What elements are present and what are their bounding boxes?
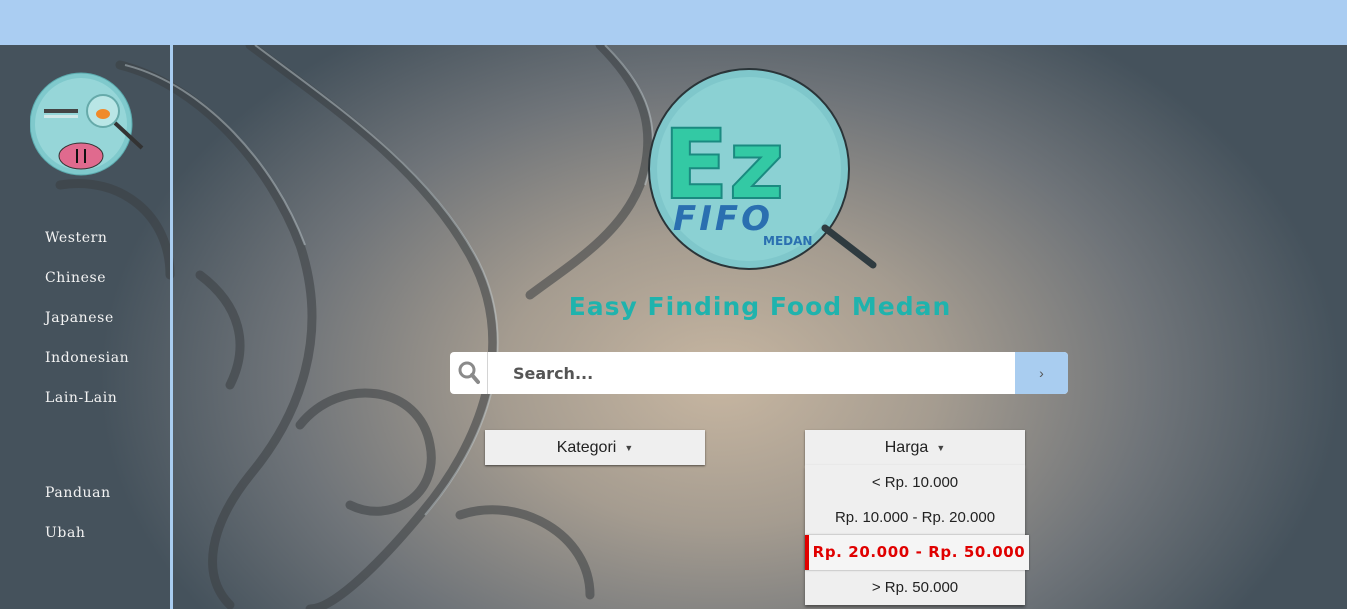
- caret-down-icon: ▼: [936, 443, 946, 453]
- utility-nav: Panduan Ubah: [45, 485, 111, 565]
- nav-item-indonesian[interactable]: Indonesian: [45, 350, 129, 390]
- harga-option-selected[interactable]: Rp. 20.000 - Rp. 50.000: [805, 535, 1029, 570]
- kategori-dropdown[interactable]: Kategori ▼: [485, 430, 705, 465]
- search-input[interactable]: [488, 352, 1015, 394]
- harga-option[interactable]: Rp. 10.000 - Rp. 20.000: [805, 500, 1025, 535]
- nav-item-lain-lain[interactable]: Lain-Lain: [45, 390, 129, 430]
- category-nav: Western Chinese Japanese Indonesian Lain…: [45, 230, 129, 430]
- harga-option[interactable]: > Rp. 50.000: [805, 570, 1025, 605]
- search-submit-button[interactable]: ›: [1015, 352, 1068, 394]
- nav-item-western[interactable]: Western: [45, 230, 129, 270]
- harga-dropdown[interactable]: Harga ▼: [805, 430, 1025, 465]
- search-icon: [450, 352, 488, 394]
- nav-item-chinese[interactable]: Chinese: [45, 270, 129, 310]
- harga-label: Harga: [884, 439, 929, 456]
- sidebar: Western Chinese Japanese Indonesian Lain…: [0, 45, 171, 609]
- harga-option[interactable]: < Rp. 10.000: [805, 465, 1025, 500]
- svg-text:MEDAN: MEDAN: [763, 234, 812, 248]
- chevron-right-icon: ›: [1039, 365, 1044, 381]
- caret-down-icon: ▼: [624, 443, 634, 453]
- svg-text:FIFO: FIFO: [673, 199, 773, 239]
- harga-menu: < Rp. 10.000 Rp. 10.000 - Rp. 20.000 Rp.…: [805, 465, 1029, 605]
- ez-fifo-logo: Ez FIFO MEDAN: [648, 68, 877, 270]
- sidebar-divider: [170, 45, 173, 609]
- site-logo[interactable]: [30, 71, 146, 183]
- search-bar: ›: [450, 352, 1068, 394]
- nav-item-ubah[interactable]: Ubah: [45, 525, 111, 565]
- kategori-label: Kategori: [556, 439, 617, 456]
- tagline: Easy Finding Food Medan: [568, 292, 952, 321]
- nav-item-panduan[interactable]: Panduan: [45, 485, 111, 525]
- top-bar: [0, 0, 1347, 45]
- nav-item-japanese[interactable]: Japanese: [45, 310, 129, 350]
